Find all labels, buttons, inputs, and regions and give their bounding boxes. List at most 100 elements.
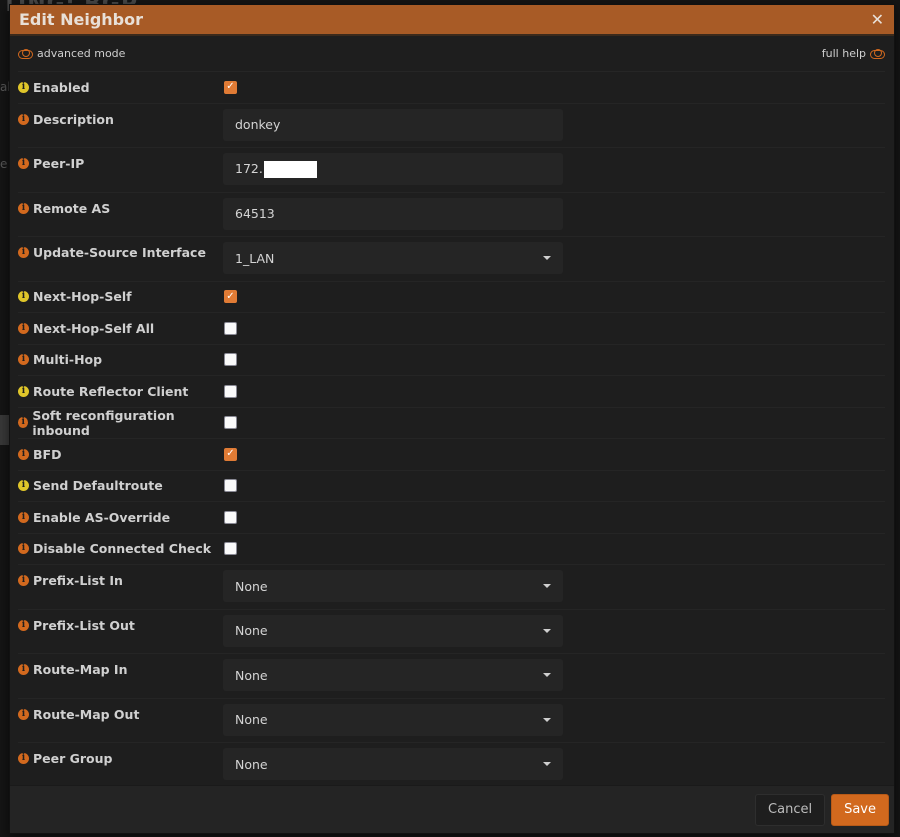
- info-icon[interactable]: i: [18, 202, 29, 214]
- next-hop-self-checkbox[interactable]: ✓: [224, 290, 237, 304]
- form-row-description: i Description donkey: [18, 104, 885, 148]
- soft-reconfiguration-inbound-checkbox[interactable]: [224, 416, 237, 430]
- field-label: Route-Map In: [33, 662, 128, 677]
- save-button[interactable]: Save: [831, 793, 889, 826]
- checkmark-icon: ✓: [226, 290, 235, 302]
- field-control-cell: [224, 384, 237, 398]
- info-icon[interactable]: i: [18, 81, 29, 93]
- info-icon[interactable]: i: [18, 385, 29, 397]
- input-value-text: 172.: [235, 160, 263, 176]
- field-label-cell: i Enabled: [18, 80, 224, 95]
- modal-footer: Cancel Save: [10, 785, 894, 833]
- form-row-prefix-list-in: i Prefix-List In None: [18, 565, 885, 610]
- input-value-text: 64513: [235, 206, 275, 221]
- info-icon[interactable]: i: [18, 322, 29, 334]
- form-row-peer-ip: i Peer-IP 172.: [18, 148, 885, 193]
- prefix-list-out-select[interactable]: None: [223, 614, 563, 647]
- cancel-button[interactable]: Cancel: [755, 793, 826, 826]
- form-row-send-defaultroute: i Send Defaultroute: [18, 471, 885, 502]
- info-icon[interactable]: i: [18, 708, 29, 720]
- modal-title: Edit Neighbor: [19, 10, 143, 29]
- field-label: BFD: [33, 446, 62, 462]
- next-hop-self-all-checkbox[interactable]: [224, 321, 237, 335]
- info-icon[interactable]: i: [18, 113, 29, 125]
- field-label-cell: i Route-Map In: [18, 659, 224, 677]
- info-icon[interactable]: i: [18, 247, 29, 258]
- peer-group-select[interactable]: None: [223, 748, 563, 780]
- update-source-interface-select[interactable]: 1_LAN: [223, 242, 563, 274]
- info-icon[interactable]: i: [18, 753, 29, 764]
- caret-down-icon: [543, 717, 551, 722]
- field-control-cell: None: [223, 703, 563, 736]
- info-icon[interactable]: i: [18, 291, 29, 303]
- select-value: 1_LAN: [235, 250, 275, 266]
- field-label: Peer Group: [33, 751, 113, 766]
- field-control-cell: None: [223, 614, 563, 647]
- field-label-cell: i Prefix-List In: [18, 570, 224, 588]
- close-icon[interactable]: ✕: [871, 11, 884, 28]
- field-label: Soft reconfiguration inbound: [32, 407, 175, 438]
- field-label: Update-Source Interface: [33, 245, 206, 260]
- description-input[interactable]: donkey: [223, 108, 563, 141]
- toggle-off-icon: [870, 49, 885, 59]
- field-label: Enabled: [33, 79, 90, 95]
- field-control-cell: [224, 542, 237, 556]
- edit-neighbor-modal: Edit Neighbor ✕ advanced mode full help …: [9, 4, 895, 834]
- field-label-cell: i Description: [18, 109, 224, 127]
- caret-down-icon: [543, 628, 551, 633]
- info-icon[interactable]: i: [18, 480, 29, 492]
- field-label-cell: i Peer Group: [18, 748, 224, 766]
- field-label: Prefix-List Out: [33, 617, 135, 633]
- form-row-route-reflector-client: i Route Reflector Client: [18, 376, 885, 408]
- modal-header: Edit Neighbor ✕: [10, 5, 894, 36]
- full-help-label: full help: [821, 47, 866, 60]
- info-icon[interactable]: i: [18, 619, 29, 631]
- neighbor-form: i Enabled ✓ i Description donkey i Peer-IP 172. i…: [18, 72, 885, 788]
- field-label: Peer-IP: [33, 156, 85, 171]
- info-icon[interactable]: i: [18, 158, 29, 169]
- input-value-text: donkey: [235, 117, 281, 132]
- field-control-cell: [224, 321, 237, 335]
- field-control-cell: 172.: [223, 153, 563, 185]
- enabled-checkbox[interactable]: ✓: [224, 80, 237, 94]
- info-icon[interactable]: i: [18, 448, 29, 460]
- select-value: None: [235, 756, 268, 772]
- toggle-off-icon: [18, 49, 33, 59]
- form-row-next-hop-self: i Next-Hop-Self ✓: [18, 282, 885, 313]
- route-map-out-select[interactable]: None: [223, 703, 563, 736]
- info-icon[interactable]: i: [18, 575, 29, 586]
- multi-hop-checkbox[interactable]: [224, 353, 237, 367]
- field-control-cell: ✓: [224, 80, 237, 94]
- route-reflector-client-checkbox[interactable]: [224, 384, 237, 398]
- info-icon[interactable]: i: [18, 511, 29, 523]
- remote-as-input[interactable]: 64513: [223, 197, 563, 230]
- enable-as-override-checkbox[interactable]: [224, 510, 237, 524]
- form-row-route-map-in: i Route-Map In None: [18, 654, 885, 699]
- peer-ip-input[interactable]: 172.: [223, 153, 563, 185]
- info-icon[interactable]: i: [18, 354, 29, 366]
- advanced-mode-label: advanced mode: [37, 47, 126, 60]
- form-row-soft-reconfiguration-inbound: i Soft reconfiguration inbound: [18, 407, 885, 439]
- full-help-toggle[interactable]: full help: [822, 47, 885, 60]
- checkmark-icon: ✓: [226, 81, 235, 93]
- field-control-cell: None: [223, 659, 563, 691]
- advanced-mode-toggle[interactable]: advanced mode: [18, 47, 125, 60]
- field-label-cell: i Next-Hop-Self All: [18, 321, 224, 336]
- bfd-checkbox[interactable]: ✓: [224, 447, 237, 461]
- form-row-disable-connected-check: i Disable Connected Check: [18, 534, 885, 565]
- info-icon[interactable]: i: [18, 417, 29, 429]
- info-icon[interactable]: i: [18, 664, 29, 675]
- send-defaultroute-checkbox[interactable]: [224, 479, 237, 493]
- info-icon[interactable]: i: [18, 543, 29, 555]
- field-control-cell: 64513: [223, 197, 563, 230]
- checkmark-icon: ✓: [226, 448, 235, 460]
- disable-connected-check-checkbox[interactable]: [224, 542, 237, 556]
- redaction-mask: [263, 160, 317, 178]
- prefix-list-in-select[interactable]: None: [223, 570, 563, 602]
- field-label-cell: i Multi-Hop: [18, 352, 224, 367]
- form-row-next-hop-self-all: i Next-Hop-Self All: [18, 313, 885, 345]
- form-row-prefix-list-out: i Prefix-List Out None: [18, 610, 885, 654]
- route-map-in-select[interactable]: None: [223, 659, 563, 691]
- field-control-cell: [224, 510, 237, 524]
- form-row-bfd: i BFD ✓: [18, 439, 885, 471]
